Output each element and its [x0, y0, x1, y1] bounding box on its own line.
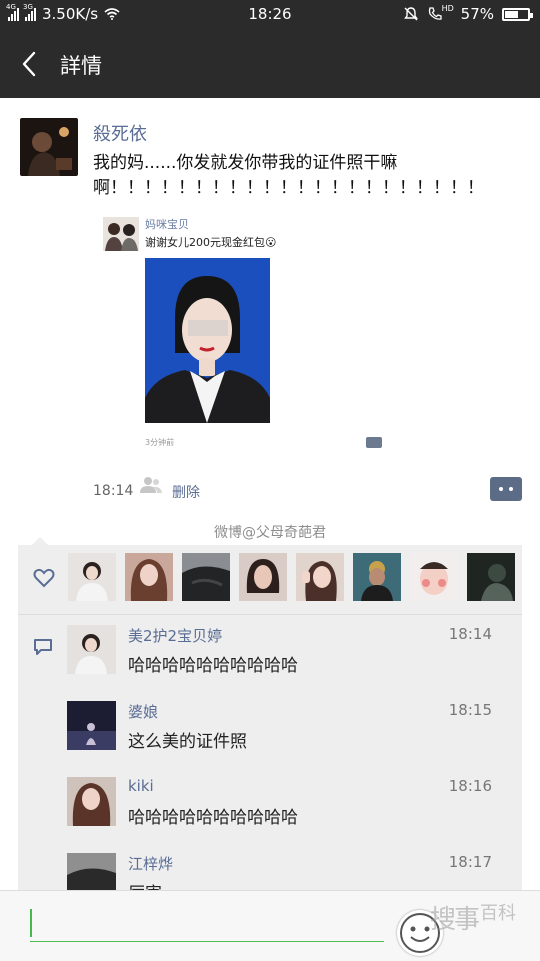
watermark-badge-sub: 百科	[480, 903, 516, 924]
comment-item: 婆娘 18:15 这么美的证件照	[18, 701, 522, 777]
back-chevron-icon[interactable]	[16, 48, 44, 80]
post-text: 我的妈......你发就发你带我的证件照干嘛啊！！！！！！！！！！！！！！！！！…	[93, 153, 484, 198]
delete-button[interactable]: 删除	[172, 482, 200, 502]
commenter-avatar[interactable]	[67, 701, 116, 750]
battery-icon	[502, 7, 533, 21]
like-avatar[interactable]	[410, 553, 458, 601]
panel-divider	[18, 614, 522, 615]
embedded-text: 谢谢女儿200元现金红包😮	[145, 236, 277, 249]
comment-input[interactable]	[30, 905, 384, 942]
status-bar: 4G 3G 3.50K/s 18:26 HD 57%	[0, 0, 540, 30]
commenter-name[interactable]: 美2护2宝贝婷	[128, 625, 222, 646]
embedded-name: 妈咪宝贝	[145, 218, 189, 231]
visibility-friends-icon[interactable]	[139, 476, 163, 494]
author-avatar[interactable]	[20, 118, 78, 176]
comment-text: 哈哈哈哈哈哈哈哈哈哈	[128, 808, 298, 828]
comment-action-button[interactable]	[490, 477, 522, 501]
commenter-name[interactable]: 婆娘	[128, 701, 158, 722]
like-avatar[interactable]	[467, 553, 515, 601]
post-author-name[interactable]: 殺死依	[93, 120, 147, 146]
post-time: 18:14	[93, 483, 134, 499]
like-avatar[interactable]	[182, 553, 230, 601]
heart-icon	[33, 568, 55, 588]
comment-time: 18:14	[448, 625, 492, 643]
commenter-avatar[interactable]	[67, 625, 116, 674]
call-hd-icon: HD	[427, 4, 454, 22]
commenter-avatar[interactable]	[67, 777, 116, 826]
comment-time: 18:15	[448, 701, 492, 719]
battery-percent: 57%	[460, 5, 494, 23]
watermark-badge: 搜事 百科	[430, 897, 530, 947]
panel-pointer	[32, 537, 48, 545]
comment-text: 厉害	[128, 879, 162, 890]
like-avatar[interactable]	[353, 553, 401, 601]
comment-text: 这么美的证件照	[128, 732, 247, 752]
embedded-more-icon	[366, 437, 382, 448]
weibo-watermark: 微博@父母奇葩君	[214, 525, 326, 541]
like-avatar[interactable]	[68, 553, 116, 601]
comment-item: kiki 18:16 哈哈哈哈哈哈哈哈哈哈	[18, 777, 522, 853]
commenter-name[interactable]: 江梓烨	[128, 853, 173, 874]
page-title: 詳情	[60, 54, 102, 78]
comment-item: 江梓烨 18:17 厉害	[18, 853, 522, 890]
id-photo	[145, 258, 270, 423]
embedded-avatar	[103, 217, 139, 251]
comment-time: 18:17	[448, 853, 492, 871]
mute-bell-icon	[403, 7, 418, 21]
post-image[interactable]: 妈咪宝贝 谢谢女儿200元现金红包😮 3分钟前	[100, 210, 400, 460]
comment-item: 美2护2宝贝婷 18:14 哈哈哈哈哈哈哈哈哈哈	[18, 625, 522, 701]
comment-text: 哈哈哈哈哈哈哈哈哈哈	[128, 656, 298, 676]
comment-time: 18:16	[448, 777, 492, 795]
text-caret	[30, 909, 32, 937]
hd-label: HD	[441, 4, 454, 13]
like-avatar[interactable]	[239, 553, 287, 601]
embedded-time: 3分钟前	[145, 438, 175, 447]
commenter-avatar[interactable]	[67, 853, 116, 890]
like-avatar[interactable]	[296, 553, 344, 601]
commenter-name[interactable]: kiki	[128, 777, 154, 795]
like-avatar[interactable]	[125, 553, 173, 601]
watermark-badge-main: 搜事	[430, 905, 480, 935]
nav-bar: 詳情	[0, 30, 540, 98]
